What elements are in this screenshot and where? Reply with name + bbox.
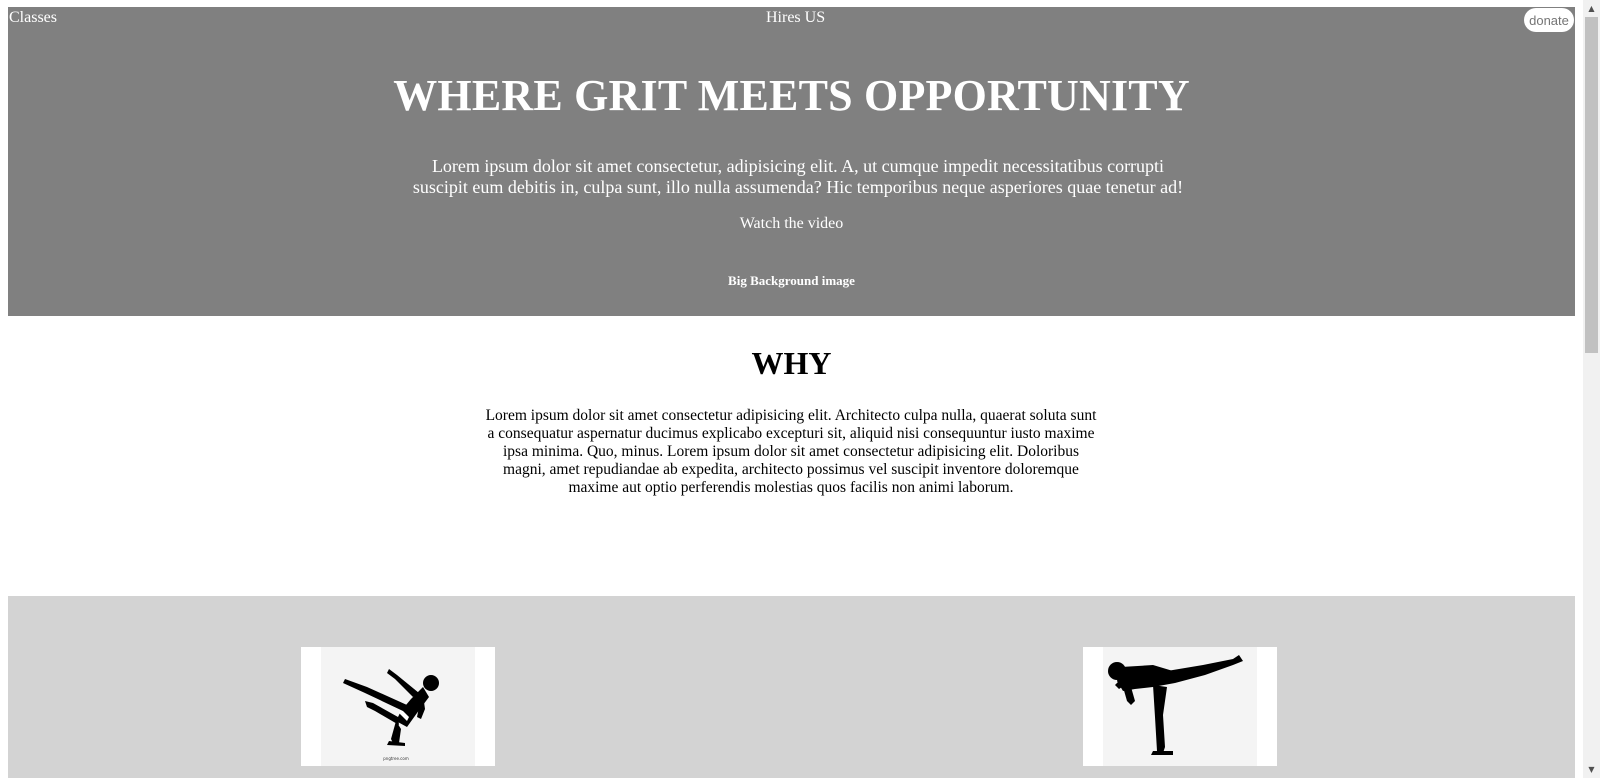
watch-video-link[interactable]: Watch the video [8,215,1575,233]
gallery-section: pngtree.com [8,596,1575,778]
scroll-up-icon[interactable]: ▲ [1583,0,1600,17]
karate-silhouette-icon: pngtree.com [321,647,475,766]
why-heading: WHY [751,345,832,381]
hero-description: Lorem ipsum dolor sit amet consectetur, … [412,156,1184,197]
hero-title: WHERE GRIT MEETS OPPORTUNITY [393,71,1190,120]
hero-section: Classes Hires US donate WHERE GRIT MEETS… [8,7,1575,316]
scroll-down-icon[interactable]: ▼ [1583,761,1600,778]
vertical-scrollbar[interactable]: ▲ ▼ [1583,0,1600,778]
karate-silhouette-icon [1103,647,1257,766]
nav-hires-link[interactable]: Hires US [766,9,825,27]
watermark-text: pngtree.com [383,756,409,761]
karate-kick-image-1: pngtree.com [301,647,495,766]
scroll-thumb[interactable] [1585,17,1598,353]
page: Classes Hires US donate WHERE GRIT MEETS… [0,0,1600,778]
why-paragraph: Lorem ipsum dolor sit amet consectetur a… [485,407,1097,496]
donate-button[interactable]: donate [1524,8,1574,32]
nav-classes-link[interactable]: Classes [9,9,57,27]
karate-kick-image-2 [1083,647,1277,766]
hero-caption: Big Background image [728,273,855,288]
